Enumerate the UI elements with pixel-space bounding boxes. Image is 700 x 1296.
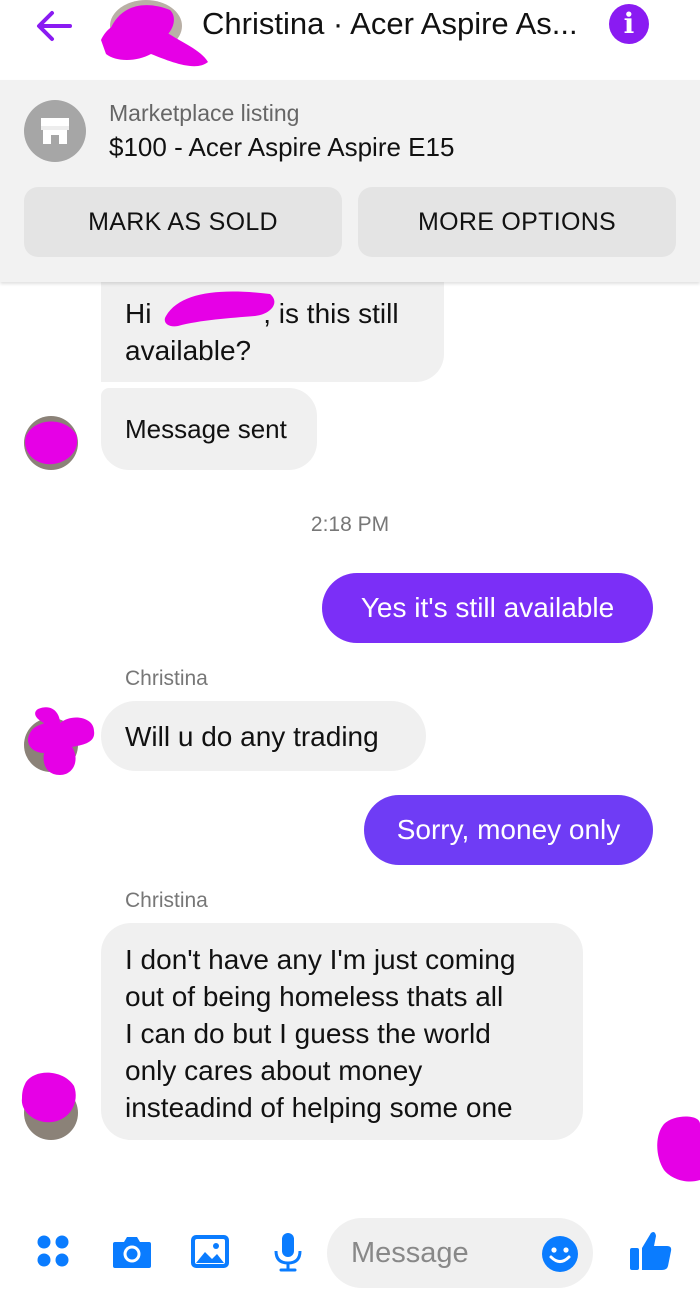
conversation-title[interactable]: Christina · Acer Aspire As...: [202, 6, 578, 42]
more-options-button[interactable]: MORE OPTIONS: [358, 187, 676, 257]
microphone-icon: [274, 1233, 302, 1272]
outgoing-message-bubble[interactable]: Sorry, money only: [364, 795, 653, 865]
redaction-mark: [101, 19, 208, 67]
back-arrow-icon: [37, 11, 72, 41]
thumbs-up-icon: [630, 1232, 672, 1270]
incoming-message-bubble[interactable]: Message sent: [101, 388, 317, 470]
redaction-mark: [657, 1116, 700, 1182]
redaction-mark: [25, 421, 78, 465]
info-button[interactable]: i: [609, 4, 649, 44]
message-text: Will u do any trading: [125, 721, 379, 752]
sender-name: Christina: [125, 889, 208, 912]
info-icon: i: [623, 7, 635, 40]
message-text: I don't have any I'm just coming out of …: [125, 944, 516, 1123]
message-placeholder: Message: [351, 1237, 469, 1269]
apps-button[interactable]: [32, 1230, 76, 1274]
back-button[interactable]: [30, 6, 80, 46]
voice-button[interactable]: [266, 1230, 310, 1274]
listing-title[interactable]: $100 - Acer Aspire Aspire E15: [109, 132, 454, 163]
apps-icon: [37, 1235, 69, 1267]
incoming-message-bubble[interactable]: Will u do any trading: [101, 701, 426, 771]
message-timestamp: 2:18 PM: [310, 513, 390, 536]
message-text: Yes it's still available: [360, 592, 615, 623]
contact-avatar-small[interactable]: [24, 416, 78, 470]
like-button[interactable]: [628, 1228, 674, 1274]
listing-kicker: Marketplace listing: [109, 100, 300, 126]
incoming-message-bubble[interactable]: I don't have any I'm just coming out of …: [101, 923, 583, 1140]
gallery-button[interactable]: [188, 1230, 232, 1274]
message-text: available?: [125, 335, 252, 366]
message-input[interactable]: Message: [327, 1218, 593, 1288]
camera-button[interactable]: [110, 1230, 154, 1274]
sender-name: Christina: [125, 667, 208, 690]
outgoing-message-bubble[interactable]: Yes it's still available: [322, 573, 653, 643]
redaction-mark: [21, 1072, 76, 1123]
gallery-icon: [191, 1235, 229, 1268]
marketplace-listing-panel: Marketplace listing $100 - Acer Aspire A…: [0, 80, 700, 282]
redaction-mark: [27, 707, 95, 775]
marketplace-store-icon: [24, 100, 86, 162]
message-text: Message sent: [125, 414, 287, 444]
redaction-mark: [164, 291, 275, 327]
mark-as-sold-button[interactable]: MARK AS SOLD: [24, 187, 342, 257]
emoji-icon: [542, 1236, 578, 1272]
emoji-button[interactable]: [540, 1234, 580, 1274]
camera-icon: [113, 1237, 151, 1268]
conversation-header: Christina · Acer Aspire As... i: [0, 0, 700, 78]
message-text: Sorry, money only: [396, 814, 621, 845]
